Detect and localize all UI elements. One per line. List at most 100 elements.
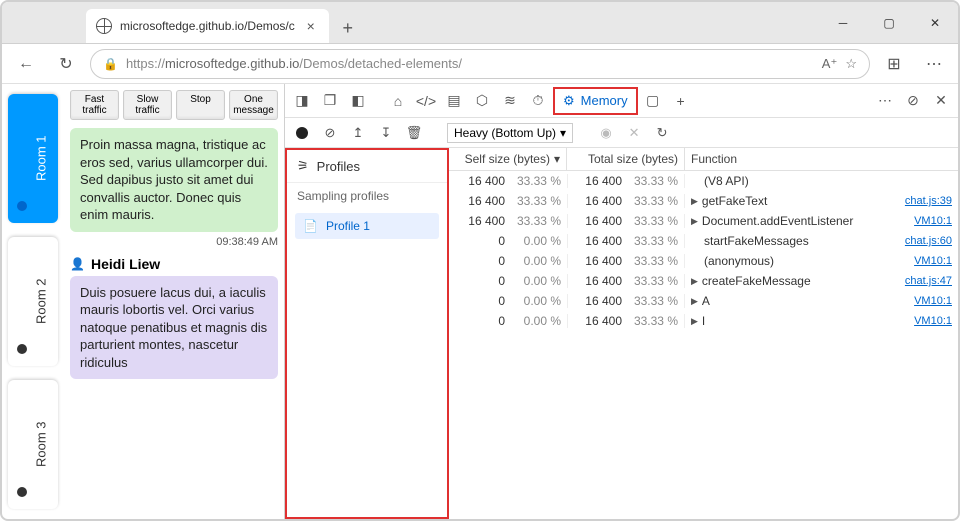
- chat-toolbar: FasttrafficSlowtrafficStopOnemessage: [70, 90, 278, 120]
- total-bytes: 16 400: [576, 294, 622, 308]
- source-link[interactable]: VM10:1: [914, 315, 952, 327]
- more-tools-icon[interactable]: ⋯: [872, 88, 898, 114]
- performance-tab-icon[interactable]: ⏱: [525, 88, 551, 114]
- profiles-category: Sampling profiles: [287, 183, 447, 209]
- col-self-size[interactable]: Self size (bytes)▾: [449, 148, 567, 170]
- source-link[interactable]: VM10:1: [914, 255, 952, 267]
- table-row[interactable]: 16 40033.33 %16 40033.33 %▶Document.addE…: [449, 211, 958, 231]
- save-button[interactable]: ↧: [375, 122, 397, 144]
- inspect-icon[interactable]: ◨: [289, 88, 315, 114]
- cancel-icon[interactable]: ✕: [623, 122, 645, 144]
- view-dropdown[interactable]: Heavy (Bottom Up) ▾: [447, 123, 573, 143]
- record-button[interactable]: [291, 122, 313, 144]
- titlebar: microsoftedge.github.io/Demos/c × + ─ ▢ …: [2, 2, 958, 44]
- room-status-dot: [18, 487, 28, 497]
- self-pct: 33.33 %: [515, 174, 561, 188]
- device-icon[interactable]: ❐: [317, 88, 343, 114]
- self-bytes: 0: [459, 294, 505, 308]
- self-bytes: 16 400: [459, 214, 505, 228]
- more-icon[interactable]: ⋯: [918, 48, 950, 80]
- source-link[interactable]: chat.js:60: [905, 235, 952, 247]
- total-bytes: 16 400: [576, 214, 622, 228]
- chat-message: Duis posuere lacus dui, a iaculis mauris…: [70, 276, 278, 380]
- total-pct: 33.33 %: [632, 274, 678, 288]
- rooms-list: Room 1 Room 2 Room 3: [2, 84, 64, 519]
- new-tab-button[interactable]: +: [333, 13, 363, 43]
- url-input[interactable]: 🔒 https://microsoftedge.github.io/Demos/…: [90, 49, 870, 79]
- gc-button[interactable]: ↻: [651, 122, 673, 144]
- room-status-dot: [18, 201, 28, 211]
- source-link[interactable]: VM10:1: [914, 295, 952, 307]
- expand-icon[interactable]: ▶: [691, 316, 698, 327]
- extensions-icon[interactable]: ⊞: [878, 48, 910, 80]
- table-row[interactable]: 16 40033.33 %16 40033.33 %▶getFakeTextch…: [449, 191, 958, 211]
- sources-tab-icon[interactable]: ⬡: [469, 88, 495, 114]
- eye-icon[interactable]: ◉: [595, 122, 617, 144]
- col-function[interactable]: Function: [685, 148, 958, 170]
- expand-icon[interactable]: ▶: [691, 196, 698, 207]
- network-tab-icon[interactable]: ≋: [497, 88, 523, 114]
- table-row[interactable]: 00.00 %16 40033.33 %▶createFakeMessagech…: [449, 271, 958, 291]
- favorite-icon[interactable]: ☆: [845, 56, 857, 72]
- application-tab-icon[interactable]: ▢: [640, 88, 666, 114]
- close-devtools-icon[interactable]: ✕: [928, 88, 954, 114]
- room-tab[interactable]: Room 2: [8, 237, 58, 366]
- welcome-tab-icon[interactable]: ⌂: [385, 88, 411, 114]
- memory-icon: ⚙: [563, 93, 575, 109]
- memory-tab[interactable]: ⚙ Memory: [553, 87, 638, 115]
- col-total-size[interactable]: Total size (bytes): [567, 148, 685, 170]
- source-link[interactable]: chat.js:39: [905, 195, 952, 207]
- traffic-button[interactable]: Fasttraffic: [70, 90, 119, 120]
- total-bytes: 16 400: [576, 174, 622, 188]
- table-row[interactable]: 00.00 %16 40033.33 %(anonymous)VM10:1: [449, 251, 958, 271]
- filter-icon[interactable]: ⚞: [297, 158, 309, 174]
- issues-icon[interactable]: ⊘: [900, 88, 926, 114]
- traffic-button[interactable]: Onemessage: [229, 90, 278, 120]
- table-row[interactable]: 00.00 %16 40033.33 %▶AVM10:1: [449, 291, 958, 311]
- browser-tab[interactable]: microsoftedge.github.io/Demos/c ×: [86, 9, 329, 43]
- chat-list: Hannah HaynesProin massa magna, tristiqu…: [70, 126, 278, 513]
- function-name: startFakeMessages: [704, 234, 901, 248]
- clear-button[interactable]: ⊘: [319, 122, 341, 144]
- table-row[interactable]: 00.00 %16 40033.33 %▶IVM10:1: [449, 311, 958, 331]
- self-pct: 0.00 %: [515, 234, 561, 248]
- table-body: 16 400 33.33 % 16 400 33.33 % (V8 API) 16 400…: [449, 171, 958, 331]
- delete-button[interactable]: 🗑: [403, 122, 425, 144]
- load-button[interactable]: ↥: [347, 122, 369, 144]
- address-bar: ← ↻ 🔒 https://microsoftedge.github.io/De…: [2, 44, 958, 84]
- source-link[interactable]: chat.js:47: [905, 275, 952, 287]
- expand-icon[interactable]: ▶: [691, 216, 698, 227]
- elements-tab-icon[interactable]: </>: [413, 88, 439, 114]
- minimize-button[interactable]: ─: [820, 2, 866, 43]
- site-info-icon[interactable]: 🔒: [103, 57, 118, 71]
- function-name: createFakeMessage: [702, 274, 901, 288]
- room-tab[interactable]: Room 3: [8, 380, 58, 509]
- self-pct: 0.00 %: [515, 274, 561, 288]
- tab-close-icon[interactable]: ×: [303, 18, 319, 34]
- source-link[interactable]: VM10:1: [914, 215, 952, 227]
- total-pct: 33.33 %: [632, 234, 678, 248]
- maximize-button[interactable]: ▢: [866, 2, 912, 43]
- read-aloud-icon[interactable]: A⁺: [822, 56, 838, 72]
- console-tab-icon[interactable]: ▤: [441, 88, 467, 114]
- add-tab-icon[interactable]: +: [668, 88, 694, 114]
- table-row[interactable]: 16 40033.33 %16 40033.33 %(V8 API): [449, 171, 958, 191]
- table-row[interactable]: 00.00 %16 40033.33 %startFakeMessagescha…: [449, 231, 958, 251]
- function-name: (anonymous): [704, 254, 910, 268]
- function-name: I: [702, 314, 910, 328]
- expand-icon[interactable]: ▶: [691, 296, 698, 307]
- traffic-button[interactable]: Stop: [176, 90, 225, 120]
- room-status-dot: [18, 344, 28, 354]
- traffic-button[interactable]: Slowtraffic: [123, 90, 172, 120]
- close-window-button[interactable]: ✕: [912, 2, 958, 43]
- function-name: (V8 API): [704, 174, 952, 188]
- expand-icon[interactable]: ▶: [691, 276, 698, 287]
- back-button[interactable]: ←: [10, 48, 42, 80]
- refresh-button[interactable]: ↻: [50, 48, 82, 80]
- room-label: Room 1: [34, 136, 49, 182]
- total-pct: 33.33 %: [632, 254, 678, 268]
- dock-icon[interactable]: ◧: [345, 88, 371, 114]
- total-pct: 33.33 %: [632, 194, 678, 208]
- profile-item[interactable]: 📄 Profile 1: [295, 213, 439, 239]
- room-tab[interactable]: Room 1: [8, 94, 58, 223]
